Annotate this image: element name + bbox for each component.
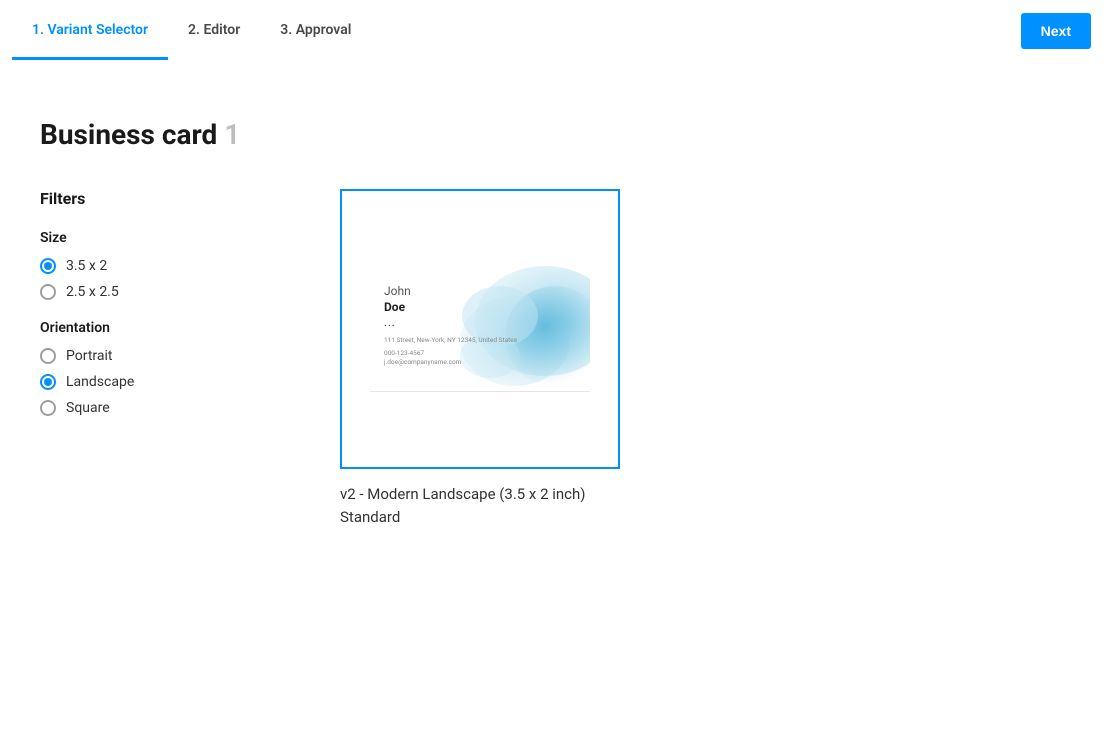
bizcard-text: John Doe ... 111 Street, New-York, NY 12… bbox=[384, 284, 517, 367]
radio-icon bbox=[40, 400, 56, 416]
page-title-count: 1 bbox=[224, 118, 240, 151]
sample-first-name: John bbox=[384, 284, 517, 300]
radio-size-3-5x2[interactable]: 3.5 x 2 bbox=[40, 258, 280, 274]
radio-label: 2.5 x 2.5 bbox=[66, 284, 119, 300]
radio-orientation-portrait[interactable]: Portrait bbox=[40, 348, 280, 364]
body-row: Filters Size 3.5 x 2 2.5 x 2.5 Orientati… bbox=[40, 189, 1071, 528]
radio-label: 3.5 x 2 bbox=[66, 258, 107, 274]
filter-label-size: Size bbox=[40, 230, 280, 246]
radio-icon bbox=[40, 348, 56, 364]
card-label-line2: Standard bbox=[340, 506, 620, 529]
radio-size-2-5x2-5[interactable]: 2.5 x 2.5 bbox=[40, 284, 280, 300]
radio-icon bbox=[40, 374, 56, 390]
sample-dots: ... bbox=[384, 316, 517, 330]
sample-last-name: Doe bbox=[384, 300, 517, 316]
radio-icon bbox=[40, 258, 56, 274]
radio-orientation-landscape[interactable]: Landscape bbox=[40, 374, 280, 390]
next-button[interactable]: Next bbox=[1021, 13, 1091, 49]
radio-orientation-square[interactable]: Square bbox=[40, 400, 280, 416]
filter-label-orientation: Orientation bbox=[40, 320, 280, 336]
radio-label: Square bbox=[66, 400, 110, 416]
tab-variant-selector[interactable]: 1. Variant Selector bbox=[12, 2, 168, 60]
tabs-bar: 1. Variant Selector 2. Editor 3. Approva… bbox=[0, 0, 1111, 62]
radio-label: Landscape bbox=[66, 374, 134, 390]
filters-panel: Filters Size 3.5 x 2 2.5 x 2.5 Orientati… bbox=[40, 189, 280, 528]
card-tile[interactable]: John Doe ... 111 Street, New-York, NY 12… bbox=[340, 189, 620, 528]
cards-area: John Doe ... 111 Street, New-York, NY 12… bbox=[340, 189, 1071, 528]
sample-contact: 000-123-4567 j.doe@companyname.com bbox=[384, 349, 517, 367]
filters-heading: Filters bbox=[40, 189, 280, 208]
page-title: Business card 1 bbox=[40, 118, 1071, 151]
filter-group-orientation: Orientation Portrait Landscape Square bbox=[40, 320, 280, 416]
sample-email: j.doe@companyname.com bbox=[384, 358, 461, 366]
page-title-text: Business card bbox=[40, 118, 217, 151]
card-preview: John Doe ... 111 Street, New-York, NY 12… bbox=[340, 189, 620, 469]
content: Business card 1 Filters Size 3.5 x 2 2.5… bbox=[0, 62, 1111, 528]
radio-label: Portrait bbox=[66, 348, 112, 364]
card-label: v2 - Modern Landscape (3.5 x 2 inch) Sta… bbox=[340, 483, 620, 528]
sample-address: 111 Street, New-York, NY 12345, United S… bbox=[384, 336, 517, 345]
business-card-sample: John Doe ... 111 Street, New-York, NY 12… bbox=[370, 266, 590, 392]
tabs: 1. Variant Selector 2. Editor 3. Approva… bbox=[12, 2, 371, 60]
radio-icon bbox=[40, 284, 56, 300]
sample-phone: 000-123-4567 bbox=[384, 349, 424, 357]
card-label-line1: v2 - Modern Landscape (3.5 x 2 inch) bbox=[340, 483, 620, 506]
tab-editor[interactable]: 2. Editor bbox=[168, 2, 260, 60]
tab-approval[interactable]: 3. Approval bbox=[260, 2, 371, 60]
filter-group-size: Size 3.5 x 2 2.5 x 2.5 bbox=[40, 230, 280, 300]
